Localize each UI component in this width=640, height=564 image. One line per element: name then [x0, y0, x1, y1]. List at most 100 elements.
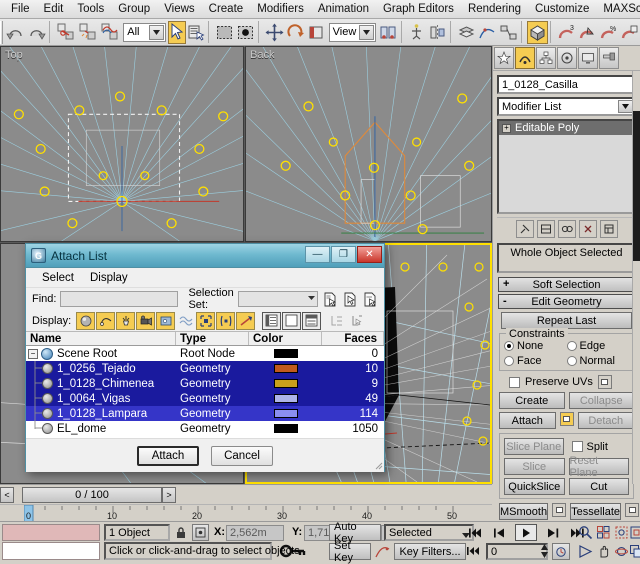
frame-spinner[interactable] — [540, 543, 549, 560]
table-row[interactable]: − Scene Root Root Node 0 — [26, 346, 384, 361]
toolbar-grip[interactable] — [0, 21, 3, 44]
display-cameras-icon[interactable] — [136, 312, 155, 330]
display-geometry-icon[interactable] — [76, 312, 95, 330]
select-subtree-icon[interactable] — [347, 312, 366, 330]
key-mode-button[interactable] — [465, 543, 483, 559]
select-and-move-icon[interactable] — [264, 21, 285, 44]
table-row[interactable]: 1_0064_Vigas Geometry 49 — [26, 391, 384, 406]
utilities-tab[interactable] — [599, 47, 619, 69]
maxscript-listener-pink[interactable] — [2, 524, 100, 541]
layer-manager-icon[interactable] — [456, 21, 477, 44]
column-header-faces[interactable]: Faces — [322, 332, 384, 345]
constraint-option-face[interactable]: Face — [504, 355, 567, 367]
time-slider-handle[interactable]: 0 / 100 — [22, 487, 162, 503]
list-types-none-icon[interactable] — [282, 312, 301, 330]
next-frame-button[interactable] — [541, 524, 563, 541]
display-xrefs-icon[interactable] — [216, 312, 235, 330]
table-row[interactable]: 1_0128_Chimenea Geometry 9 — [26, 376, 384, 391]
hierarchy-tab[interactable] — [536, 47, 556, 69]
modify-tab[interactable] — [515, 47, 535, 69]
bind-to-space-warp-icon[interactable] — [99, 21, 121, 44]
make-unique-icon[interactable] — [558, 220, 576, 238]
key-filter-set-combo[interactable]: Selected — [384, 524, 474, 541]
display-shapes-icon[interactable] — [96, 312, 115, 330]
menu-item-tools[interactable]: Tools — [70, 1, 111, 17]
menu-item-animation[interactable]: Animation — [311, 1, 376, 17]
curve-editor-icon[interactable] — [477, 21, 498, 44]
table-row[interactable]: 1_0256_Tejado Geometry 10 — [26, 361, 384, 376]
track-bar[interactable]: 01020 304050 — [0, 504, 492, 521]
modifier-list-dropdown[interactable]: Modifier List — [497, 97, 636, 116]
edit-selection-set-icon[interactable] — [362, 291, 378, 308]
window-crossing-icon[interactable] — [235, 21, 256, 44]
minimize-button[interactable]: — — [305, 246, 330, 263]
menu-item-customize[interactable]: Customize — [528, 1, 596, 17]
slice-plane-button[interactable]: Slice Plane — [504, 438, 564, 455]
rollout-edit-geometry[interactable]: - Edit Geometry — [498, 294, 635, 309]
split-checkbox[interactable] — [572, 441, 583, 452]
chevron-down-icon-selset[interactable] — [308, 295, 315, 302]
selection-lock-icon[interactable] — [173, 525, 189, 541]
mirror-icon[interactable] — [406, 21, 427, 44]
tessellate-button[interactable]: Tessellate — [570, 503, 621, 520]
attach-settings-icon[interactable] — [560, 412, 574, 426]
table-row[interactable]: EL_dome Geometry 1050 — [26, 421, 384, 436]
create-button[interactable]: Create — [499, 392, 565, 409]
motion-tab[interactable] — [557, 47, 577, 69]
time-slider-next-frame[interactable]: > — [162, 487, 176, 503]
chevron-down-icon-2[interactable] — [359, 25, 374, 40]
time-slider-prev-frame[interactable]: < — [0, 487, 14, 503]
display-groups-icon[interactable] — [196, 312, 215, 330]
constraint-option-edge[interactable]: Edge — [567, 340, 630, 352]
select-object-icon[interactable] — [168, 21, 186, 44]
attach-list-dialog[interactable]: G Attach List — ❐ ✕ Select Display Find:… — [25, 243, 385, 472]
object-name-input[interactable] — [497, 75, 640, 94]
menu-item-create[interactable]: Create — [202, 1, 251, 17]
align-icon[interactable] — [427, 21, 448, 44]
radio-normal-icon[interactable] — [567, 356, 577, 366]
slice-button[interactable]: Slice — [504, 458, 565, 475]
menu-item-modifiers[interactable]: Modifiers — [250, 1, 311, 17]
redo-arrow-icon[interactable] — [26, 21, 47, 44]
remove-selection-set-icon[interactable] — [342, 291, 358, 308]
select-and-rotate-icon[interactable] — [285, 21, 306, 44]
list-types-all-icon[interactable] — [262, 312, 281, 330]
cancel-button[interactable]: Cancel — [211, 446, 273, 466]
radio-face-icon[interactable] — [504, 356, 514, 366]
menu-item-maxscript[interactable]: MAXScript — [596, 1, 640, 17]
dialog-menu-display[interactable]: Display — [82, 270, 136, 286]
schematic-view-icon[interactable] — [498, 21, 519, 44]
constraint-option-none[interactable]: None — [504, 340, 567, 352]
configure-modifier-sets-icon[interactable] — [600, 220, 618, 238]
add-selection-set-icon[interactable] — [322, 291, 338, 308]
viewport-back[interactable]: Back — [245, 46, 492, 242]
current-frame-field[interactable]: 0 — [486, 543, 548, 560]
time-configuration-icon[interactable] — [552, 543, 570, 560]
absolute-relative-transform-icon[interactable] — [192, 524, 209, 541]
attach-button[interactable]: Attach — [499, 412, 556, 429]
select-and-link-icon[interactable] — [55, 21, 77, 44]
display-space-warps-icon[interactable] — [176, 312, 195, 330]
select-and-uniform-scale-icon[interactable] — [306, 21, 327, 44]
column-header-color[interactable]: Color — [249, 332, 322, 345]
table-row[interactable]: 1_0128_Lampara Geometry 114 — [26, 406, 384, 421]
list-types-invert-icon[interactable] — [302, 312, 321, 330]
create-tab[interactable] — [494, 47, 514, 69]
maximize-viewport-toggle-icon[interactable] — [625, 543, 640, 560]
material-editor-icon[interactable] — [527, 21, 548, 44]
radio-edge-icon[interactable] — [567, 341, 577, 351]
chevron-down-icon-modlist[interactable] — [618, 100, 633, 113]
column-header-type[interactable]: Type — [176, 332, 249, 345]
set-key-button[interactable]: Set Key — [329, 543, 371, 560]
chevron-down-icon[interactable] — [149, 25, 164, 40]
use-pivot-point-center-icon[interactable] — [378, 21, 399, 44]
viewport-top[interactable]: Top — [0, 46, 244, 242]
selection-set-combo[interactable] — [238, 291, 318, 307]
select-by-name-icon[interactable] — [186, 21, 206, 44]
find-input[interactable] — [60, 291, 178, 307]
modifier-stack[interactable]: + Editable Poly — [497, 119, 636, 214]
column-header-name[interactable]: Name — [26, 332, 176, 345]
display-tab[interactable] — [578, 47, 598, 69]
remove-modifier-icon[interactable] — [579, 220, 597, 238]
previous-frame-button[interactable] — [490, 524, 512, 541]
